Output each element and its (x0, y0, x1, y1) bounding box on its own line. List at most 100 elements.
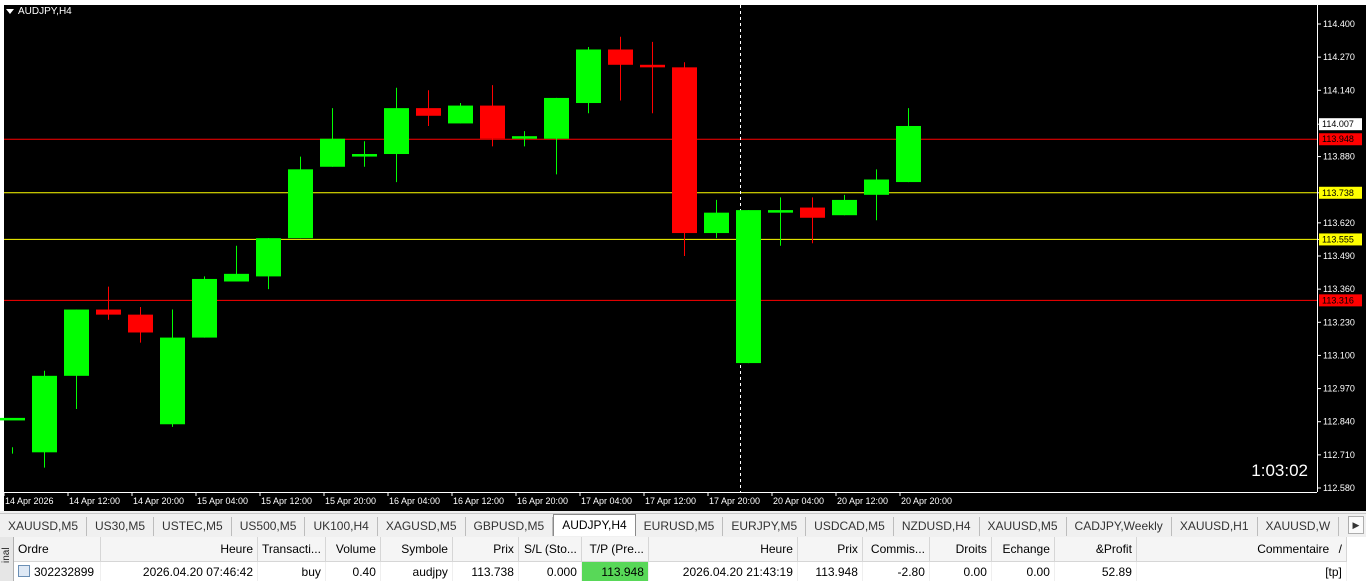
price-tick-label: 112.710 (1323, 450, 1355, 460)
bull-candle (384, 108, 409, 155)
time-tick-label: 14 Apr 20:00 (133, 496, 184, 506)
column-header[interactable]: Prix (452, 537, 519, 562)
price-tick-label: 112.580 (1323, 483, 1355, 493)
bull-candle (704, 212, 729, 234)
chart-area[interactable]: 114.400 114.270 114.140 114.007 113.880 113.7… (0, 0, 1366, 511)
price-chart[interactable]: 114.400 114.270 114.140 114.007 113.880 113.7… (0, 0, 1366, 511)
time-tick-label: 20 Apr 20:00 (901, 496, 952, 506)
column-header[interactable]: Symbole (380, 537, 453, 562)
column-header[interactable]: T/P (Pre... (581, 537, 649, 562)
column-header-comment[interactable]: Commentaire / (1136, 537, 1347, 562)
bull-candle (832, 199, 857, 216)
tab-chart-active[interactable]: AUDJPY,H4 (553, 514, 636, 536)
tab-chart[interactable]: USDCAD,M5 (806, 517, 894, 536)
tab-chart[interactable]: US30,M5 (87, 517, 155, 536)
bull-candle (544, 97, 569, 139)
order-icon (18, 564, 30, 577)
order-cell: 302232899 (14, 561, 101, 581)
bear-candle (128, 314, 153, 333)
tab-chart[interactable]: XAUUSD,M5 (0, 517, 88, 536)
table-cell: buy (257, 561, 326, 581)
bull-candle (32, 375, 57, 453)
tab-chart[interactable]: CADJPY,Weekly (1067, 517, 1172, 536)
column-header[interactable]: Commis... (862, 537, 930, 562)
tab-chart[interactable]: UK100,H4 (305, 517, 378, 536)
price-tag-label: 113.738 (1322, 188, 1354, 198)
time-tick-label: 17 Apr 20:00 (709, 496, 760, 506)
tab-chart[interactable]: XAUUSD,H1 (1172, 517, 1258, 536)
history-table: Ordre Heure Transacti... Volume Symbole … (14, 537, 1347, 581)
bull-candle (512, 136, 537, 139)
bull-candle (352, 154, 377, 157)
price-tick-label: 113.490 (1323, 251, 1355, 261)
column-header[interactable]: Volume (325, 537, 381, 562)
table-row[interactable]: 302232899 2026.04.20 07:46:42 buy 0.40 a… (14, 561, 1347, 581)
bear-candle (672, 67, 697, 234)
bull-candle (576, 49, 601, 104)
bear-candle (96, 309, 121, 315)
price-tag-label: 114.007 (1322, 119, 1354, 129)
bear-candle (640, 64, 665, 68)
time-tick-label: 16 Apr 20:00 (517, 496, 568, 506)
tabs-scroll-right-icon[interactable]: ▶ (1348, 516, 1364, 534)
table-cell: 0.00 (991, 561, 1055, 581)
table-cell: [tp] (1136, 561, 1347, 581)
bull-candle (320, 138, 345, 167)
terminal-side-tab[interactable]: inal (0, 537, 14, 581)
time-tick-label: 14 Apr 2026 (5, 496, 54, 506)
column-header[interactable]: Prix (797, 537, 863, 562)
column-header[interactable]: Echange (991, 537, 1055, 562)
price-tag-label: 113.316 (1322, 295, 1354, 305)
tab-chart[interactable]: GBPUSD,M5 (466, 517, 554, 536)
price-tick-label: 113.100 (1323, 350, 1355, 360)
chart-symbol-text: AUDJPY,H4 (18, 6, 72, 17)
bull-candle (160, 337, 185, 425)
tab-chart[interactable]: US500,M5 (232, 517, 306, 536)
price-tick-label: 114.140 (1323, 85, 1355, 95)
table-cell: 0.00 (929, 561, 992, 581)
table-cell: 113.738 (452, 561, 519, 581)
tab-chart[interactable]: XAGUSD,M5 (378, 517, 466, 536)
column-header[interactable]: &Profit (1054, 537, 1137, 562)
tab-chart[interactable]: XAUUSD,M5 (980, 517, 1067, 536)
bar-countdown-timer: 1:03:02 (1251, 461, 1308, 480)
table-cell: 2026.04.20 21:43:19 (648, 561, 798, 581)
price-tick-label: 113.620 (1323, 218, 1355, 228)
price-tick-label: 112.840 (1323, 417, 1355, 427)
bear-candle (416, 108, 441, 116)
time-tick-label: 15 Apr 04:00 (197, 496, 248, 506)
sort-indicator-icon: / (1338, 542, 1342, 556)
tab-chart[interactable]: NZDUSD,H4 (894, 517, 980, 536)
price-tag-label: 113.555 (1322, 234, 1354, 244)
price-tick-label: 114.400 (1323, 19, 1355, 29)
column-header[interactable]: Ordre (14, 537, 101, 562)
bull-candle (288, 169, 313, 239)
chart-symbol-label[interactable]: AUDJPY,H4 (6, 6, 72, 17)
column-header[interactable]: Heure (648, 537, 798, 562)
time-tick-label: 17 Apr 12:00 (645, 496, 696, 506)
bear-candle (480, 105, 505, 139)
table-cell: 0.40 (325, 561, 381, 581)
column-header[interactable]: S/L (Sto... (518, 537, 582, 562)
column-header[interactable]: Heure (100, 537, 258, 562)
bull-candle (64, 309, 89, 376)
bear-candle (800, 207, 825, 218)
price-tick-label: 113.880 (1323, 152, 1355, 162)
time-tick-label: 14 Apr 12:00 (69, 496, 120, 506)
terminal-panel: inal Ordre Heure Transacti... Volume Sym… (0, 537, 1366, 581)
column-header[interactable]: Droits (929, 537, 992, 562)
column-header[interactable]: Transacti... (257, 537, 326, 562)
time-tick-label: 17 Apr 04:00 (581, 496, 632, 506)
tab-chart[interactable]: EURUSD,M5 (636, 517, 724, 536)
dropdown-triangle-icon[interactable] (6, 9, 14, 14)
bull-candle (0, 417, 25, 421)
tab-chart[interactable]: EURJPY,M5 (723, 517, 807, 536)
price-tick-label: 113.230 (1323, 317, 1355, 327)
tab-chart[interactable]: XAUUSD,W (1258, 517, 1340, 536)
table-cell: 113.948 (797, 561, 863, 581)
tab-chart[interactable]: USTEC,M5 (154, 517, 232, 536)
table-cell: 0.000 (518, 561, 582, 581)
time-tick-label: 15 Apr 12:00 (261, 496, 312, 506)
bull-candle (896, 125, 921, 183)
table-cell: 2026.04.20 07:46:42 (100, 561, 258, 581)
